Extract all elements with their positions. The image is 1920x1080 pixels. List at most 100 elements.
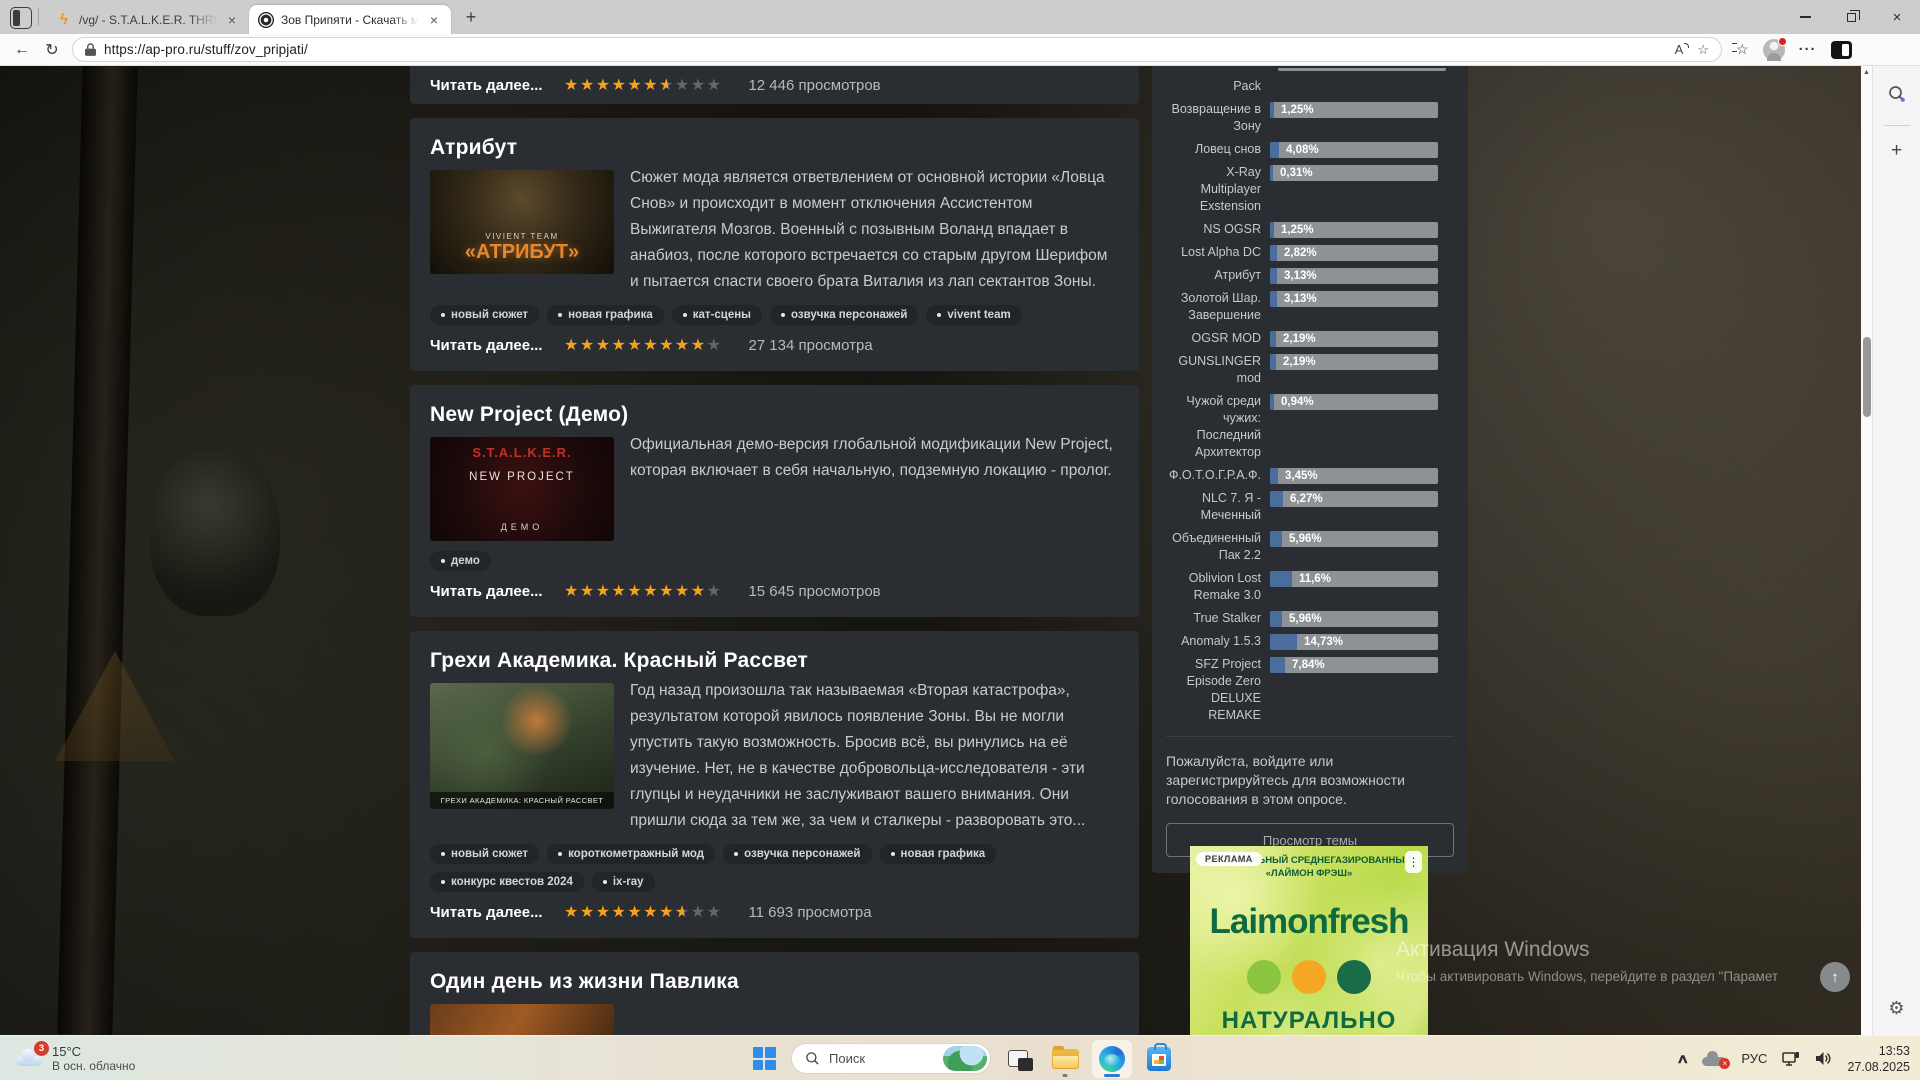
mod-thumbnail[interactable]: S.T.A.L.K.E.R.NEW PROJECTДЕМО (430, 437, 614, 541)
refresh-button[interactable]: ↻ (42, 40, 62, 60)
mod-thumbnail[interactable]: ГРЕХИ АКАДЕМИКА: КРАСНЫЙ РАССВЕТ (430, 683, 614, 809)
onedrive-icon[interactable]: × (1702, 1051, 1726, 1066)
poll-option: True Stalker 5,96% (1166, 610, 1454, 627)
mod-thumbnail[interactable]: VIVIENT TEAM«АТРИБУТ» (430, 170, 614, 274)
rail-add-icon[interactable]: + (1891, 140, 1902, 162)
weather-cloud-icon: 3 (14, 1048, 44, 1068)
tag-pill[interactable]: конкурс квестов 2024 (430, 872, 584, 892)
tag-pill[interactable]: vivent team (926, 305, 1021, 325)
rail-search-icon[interactable] (1887, 84, 1907, 109)
news-badge: 3 (34, 1041, 49, 1056)
page-scrollbar[interactable]: ▲ (1861, 66, 1872, 1035)
poll-option-label: NS OGSR (1166, 221, 1270, 238)
minimize-button[interactable] (1782, 0, 1828, 34)
network-icon[interactable] (1782, 1051, 1800, 1067)
browser-tab-zov-pripyati[interactable]: Зов Припяти - Скачать моды Sta × (249, 5, 451, 34)
scrollbar-up-icon[interactable]: ▲ (1861, 69, 1872, 76)
read-aloud-icon[interactable]: A (1675, 42, 1690, 57)
watermark-title: Активация Windows (1396, 938, 1778, 962)
gear-icon[interactable]: ⚙ (1873, 998, 1920, 1019)
scroll-to-top-button[interactable]: ↑ (1820, 962, 1850, 992)
ad-menu-icon[interactable]: ⋮ (1405, 851, 1422, 873)
tag-pill[interactable]: короткометражный мод (547, 844, 715, 864)
watermark-subtitle: Чтобы активировать Windows, перейдите в … (1396, 969, 1778, 984)
profile-avatar[interactable] (1763, 39, 1785, 61)
mod-tags: демо (430, 551, 1119, 571)
poll-percent: 0,31% (1280, 167, 1313, 179)
store-icon (1147, 1047, 1171, 1071)
poll-option-label: Чужой среди чужих: Последний Архитектор (1166, 393, 1270, 461)
read-more-link[interactable]: Читать далее... (430, 337, 548, 354)
tag-pill[interactable]: новый сюжет (430, 844, 539, 864)
tag-label: новый сюжет (451, 309, 528, 321)
read-more-link[interactable]: Читать далее... (430, 77, 548, 94)
tag-pill[interactable]: ix-ray (592, 872, 655, 892)
mod-title[interactable]: Грехи Академика. Красный Рассвет (430, 649, 1119, 673)
mod-title[interactable]: New Project (Демо) (430, 403, 1119, 427)
tray-chevron-icon[interactable]: ∧ (1676, 1051, 1689, 1067)
close-tab-icon[interactable]: × (426, 12, 442, 28)
poll-bar-cut (1278, 68, 1446, 71)
sidebar-panel-icon[interactable] (1831, 41, 1852, 59)
tag-pill[interactable]: новая графика (547, 305, 664, 325)
poll-option: Ф.О.Т.О.Г.Р.А.Ф. 3,45% (1166, 467, 1454, 484)
poll-bar-fill (1270, 245, 1277, 261)
read-more-link[interactable]: Читать далее... (430, 583, 548, 600)
clock-widget[interactable]: 13:53 27.08.2025 (1847, 1043, 1910, 1075)
poll-bar-fill (1270, 611, 1282, 627)
language-indicator[interactable]: РУС (1741, 1051, 1767, 1066)
weather-widget[interactable]: 3 15°C В осн. облачно (0, 1036, 149, 1080)
url-text[interactable]: https://ap-pro.ru/stuff/zov_pripjati/ (104, 42, 1667, 57)
tag-pill[interactable]: озвучка персонажей (723, 844, 871, 864)
poll-percent: 3,13% (1284, 270, 1317, 282)
tag-bullet-icon (781, 313, 785, 317)
microsoft-store-button[interactable] (1139, 1040, 1179, 1078)
onedrive-error-badge: × (1719, 1058, 1730, 1069)
settings-menu-icon[interactable]: ··· (1799, 41, 1817, 58)
tag-pill[interactable]: демо (430, 551, 491, 571)
search-placeholder: Поиск (829, 1051, 934, 1066)
address-bar[interactable]: https://ap-pro.ru/stuff/zov_pripjati/ A … (72, 37, 1722, 62)
file-explorer-button[interactable] (1045, 1040, 1085, 1078)
mod-description: Год назад произошла так называемая «Втор… (630, 678, 1119, 834)
scrollbar-thumb[interactable] (1863, 337, 1871, 417)
tag-label: кат-сцены (693, 309, 751, 321)
close-tab-icon[interactable]: × (224, 12, 240, 28)
restore-button[interactable] (1828, 0, 1874, 34)
mod-thumbnail[interactable] (430, 1004, 614, 1035)
tag-pill[interactable]: новая графика (880, 844, 997, 864)
browser-tab-vg-thread[interactable]: ϟ /vg/ - S.T.A.L.K.E.R. THREAD: Не о × (47, 5, 249, 34)
back-button[interactable]: ← (12, 41, 32, 59)
weather-condition: В осн. облачно (52, 1059, 135, 1073)
tag-pill[interactable]: кат-сцены (672, 305, 762, 325)
poll-percent: 2,19% (1283, 356, 1316, 368)
tag-pill[interactable]: озвучка персонажей (770, 305, 918, 325)
close-window-button[interactable]: × (1874, 0, 1920, 34)
poll-option-label: Lost Alpha DC (1166, 244, 1270, 261)
mod-title[interactable]: Один день из жизни Павлика (430, 970, 1119, 994)
start-button[interactable] (744, 1040, 784, 1078)
speaker-icon[interactable] (1815, 1051, 1832, 1066)
tag-pill[interactable]: новый сюжет (430, 305, 539, 325)
poll-option: Золотой Шар. Завершение 3,13% (1166, 290, 1454, 324)
favorites-star-icon[interactable]: ☆ (1697, 42, 1709, 58)
mod-title[interactable]: Атрибут (430, 136, 1119, 160)
poll-percent: 4,08% (1286, 144, 1319, 156)
mod-footer: Читать далее... ★★★★★★★★★★★ 11 693 просм… (430, 902, 1119, 926)
poll-option-label: Золотой Шар. Завершение (1166, 290, 1270, 324)
edge-browser-button[interactable] (1092, 1040, 1132, 1078)
task-view-button[interactable] (998, 1040, 1038, 1078)
tab-actions-icon[interactable] (10, 7, 32, 29)
new-tab-button[interactable]: + (457, 3, 485, 31)
folder-icon (1052, 1049, 1079, 1069)
browser-window: ϟ /vg/ - S.T.A.L.K.E.R. THREAD: Не о × З… (0, 0, 1920, 1035)
edge-logo-icon (1099, 1046, 1125, 1072)
taskbar-search[interactable]: Поиск (791, 1043, 991, 1074)
active-app-indicator (1104, 1074, 1120, 1077)
collections-icon[interactable]: ☆ (1736, 41, 1749, 58)
poll-option-label: Объединенный Пак 2.2 (1166, 530, 1270, 564)
mod-card: Атрибут VIVIENT TEAM«АТРИБУТ» Сюжет мода… (410, 118, 1139, 371)
read-more-link[interactable]: Читать далее... (430, 904, 548, 921)
screen: ϟ /vg/ - S.T.A.L.K.E.R. THREAD: Не о × З… (0, 0, 1920, 1080)
ad-banner[interactable]: РЕКЛАМА ⋮ ЗАЛКОГОЛЬНЫЙ СРЕДНЕГАЗИРОВАННЫ… (1190, 846, 1428, 1035)
